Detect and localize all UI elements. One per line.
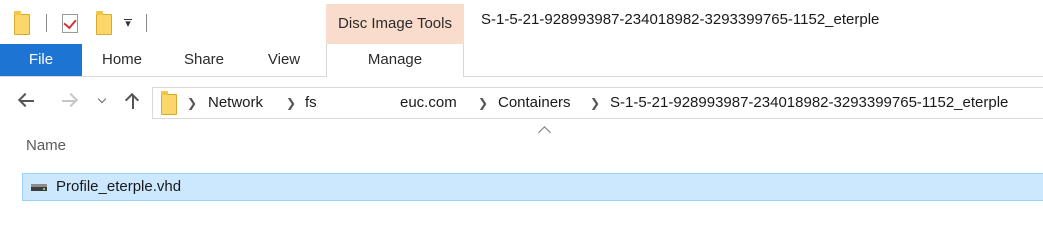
recent-locations-chevron-icon <box>97 94 107 104</box>
breadcrumb-chevron-icon[interactable]: ❯ <box>478 88 488 118</box>
breadcrumb-containers[interactable]: Containers <box>498 88 571 118</box>
new-folder-icon[interactable] <box>96 11 112 35</box>
tab-share[interactable]: Share <box>162 44 246 76</box>
tab-home[interactable]: Home <box>84 44 160 76</box>
tab-file[interactable]: File <box>0 44 82 76</box>
breadcrumb-server-domain[interactable]: euc.com <box>400 88 457 118</box>
customize-quick-access-icon[interactable]: ▾ <box>120 16 136 32</box>
recent-locations-button[interactable] <box>94 90 112 112</box>
quick-access-divider <box>46 14 47 32</box>
folder-icon <box>161 91 177 115</box>
breadcrumb-network[interactable]: Network <box>208 88 263 118</box>
tab-manage[interactable]: Manage <box>326 44 464 77</box>
up-button[interactable] <box>122 90 144 112</box>
breadcrumb-current-folder[interactable]: S-1-5-21-928993987-234018982-3293399765-… <box>610 88 1008 118</box>
file-name: Profile_eterple.vhd <box>56 178 182 195</box>
breadcrumb-chevron-icon[interactable]: ❯ <box>590 88 600 118</box>
breadcrumb-chevron-icon[interactable]: ❯ <box>286 88 296 118</box>
address-bar[interactable]: ❯ Network ❯ fs1.beta euc.com ❯ Container… <box>152 87 1043 119</box>
forward-button[interactable] <box>58 90 80 112</box>
back-button[interactable] <box>16 90 38 112</box>
tab-view[interactable]: View <box>248 44 320 76</box>
file-row[interactable]: Profile_eterple.vhd <box>22 173 1043 201</box>
vhd-disk-icon <box>31 184 47 191</box>
window-title: S-1-5-21-928993987-234018982-3293399765-… <box>481 11 880 28</box>
contextual-tab-header: Disc Image Tools <box>326 4 464 44</box>
sort-ascending-icon <box>538 126 551 139</box>
column-header-name[interactable]: Name <box>26 137 66 154</box>
quick-access-divider <box>146 14 147 32</box>
folder-icon <box>14 11 30 35</box>
ribbon-tab-bar: File Home Share View Manage <box>0 44 1043 77</box>
breadcrumb-chevron-icon[interactable]: ❯ <box>187 88 197 118</box>
redaction-block <box>318 88 399 118</box>
properties-icon[interactable] <box>62 14 78 33</box>
